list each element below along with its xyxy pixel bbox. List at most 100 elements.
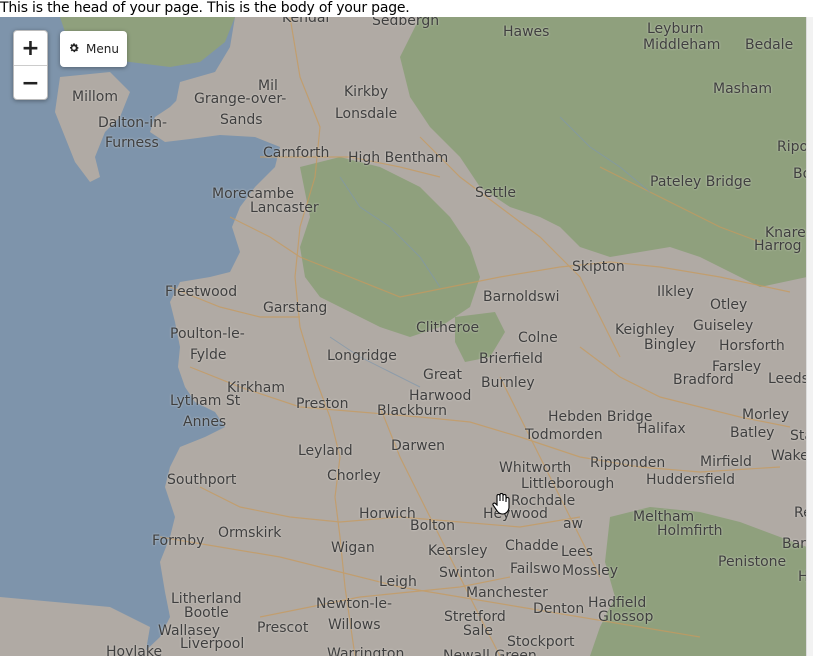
- place-label: Leeds: [768, 371, 807, 387]
- place-label: Formby: [152, 533, 205, 549]
- place-label: Otley: [710, 297, 748, 313]
- place-label: Manchester: [466, 585, 548, 601]
- place-label: Ripo: [777, 139, 807, 155]
- place-label: Willows: [328, 617, 381, 633]
- place-label: Bradford: [673, 372, 734, 388]
- place-label: Glossop: [598, 609, 654, 625]
- zoom-out-button[interactable]: −: [14, 66, 47, 100]
- place-label: Blackburn: [377, 403, 448, 419]
- place-label: Todmorden: [525, 427, 603, 443]
- hand-cursor-icon: [491, 493, 511, 520]
- place-label: Warrington: [327, 646, 405, 656]
- place-label: Middleham: [643, 37, 721, 53]
- place-label: Ripponden: [590, 455, 666, 471]
- place-label: Annes: [183, 414, 227, 430]
- place-label: Dalton-in-: [98, 115, 168, 131]
- place-label: Bingley: [644, 337, 697, 353]
- place-label: Masham: [713, 81, 773, 97]
- place-label: Fylde: [190, 347, 227, 363]
- place-label: Ilkley: [657, 284, 694, 300]
- place-label: Burnley: [481, 375, 535, 391]
- place-label: Poulton-le-: [170, 326, 245, 342]
- place-label: Liverpool: [180, 636, 245, 652]
- place-label: Kendal: [282, 17, 330, 26]
- place-label: Lancaster: [250, 200, 319, 216]
- place-label: Horsforth: [719, 338, 785, 354]
- place-label: Failswo: [510, 561, 561, 577]
- place-label: Lonsdale: [335, 106, 398, 122]
- place-label: Garstang: [263, 300, 328, 316]
- place-label: Barnoldswi: [483, 289, 560, 305]
- place-label: Kearsley: [428, 543, 488, 559]
- place-label: Leyburn: [647, 21, 704, 37]
- place-label: Bedale: [745, 37, 794, 53]
- place-label: Chorley: [327, 468, 381, 484]
- place-label: Clitheroe: [416, 320, 480, 336]
- place-label: Bo: [793, 166, 807, 182]
- menu-button[interactable]: Menu: [60, 31, 127, 67]
- place-label: Denton: [533, 601, 585, 617]
- place-label: Ormskirk: [218, 525, 282, 541]
- place-label: High Bentham: [348, 150, 449, 166]
- place-label: Preston: [296, 396, 349, 412]
- zoom-control: + −: [13, 30, 48, 100]
- place-label: Great: [423, 367, 462, 383]
- place-label: Leigh: [379, 574, 417, 590]
- place-label: Pateley Bridge: [650, 174, 752, 190]
- place-label: Southport: [167, 472, 237, 488]
- place-label: Sands: [220, 112, 263, 128]
- place-label: Chadde: [505, 538, 559, 554]
- zoom-in-button[interactable]: +: [14, 31, 47, 66]
- place-label: Wigan: [331, 540, 375, 556]
- place-label: Littleborough: [521, 476, 615, 492]
- gear-icon: [68, 42, 80, 57]
- place-label: Sale: [463, 623, 493, 639]
- place-label: Swinton: [439, 565, 496, 581]
- place-label: Morley: [742, 407, 790, 423]
- place-label: Mossley: [562, 563, 619, 579]
- place-label: Carnforth: [263, 145, 330, 161]
- page-text: This is the head of your page. This is t…: [0, 0, 410, 16]
- place-label: Lytham St: [170, 393, 241, 409]
- place-label: Newton-le-: [316, 596, 393, 612]
- place-label: Hawes: [503, 24, 550, 40]
- place-label: Kirkby: [344, 84, 389, 100]
- place-label: Mirfield: [700, 454, 752, 470]
- place-label: Furness: [105, 135, 159, 151]
- place-label: Horwich: [359, 506, 416, 522]
- place-label: Harrog: [754, 238, 802, 254]
- place-label: Settle: [475, 185, 516, 201]
- place-label: Penistone: [718, 554, 787, 570]
- place-label: Colne: [518, 330, 558, 346]
- place-label: Fleetwood: [165, 284, 238, 300]
- place-label: Wake: [771, 448, 807, 464]
- place-label: Hoylake: [106, 644, 163, 656]
- place-label: Leyland: [298, 443, 353, 459]
- place-label: Halifax: [637, 421, 686, 437]
- place-label: Newall Green: [443, 648, 537, 656]
- place-label: Prescot: [257, 620, 309, 636]
- place-label: Bolton: [410, 518, 455, 534]
- place-label: Darwen: [391, 438, 446, 454]
- place-label: Whitworth: [499, 460, 572, 476]
- place-label: Holmfirth: [657, 523, 723, 539]
- place-label: Grange-over-: [194, 91, 287, 107]
- place-label: Harwood: [409, 388, 472, 404]
- place-label: Brierfield: [479, 351, 543, 367]
- place-label: Skipton: [572, 259, 625, 275]
- map-view[interactable]: Sedbergh Kendal Hawes Leyburn Middleham …: [0, 17, 807, 656]
- place-label: Keighley: [615, 322, 675, 338]
- place-label: Sedbergh: [372, 17, 440, 29]
- place-label: Bootle: [184, 605, 229, 621]
- place-label: Sta: [790, 428, 807, 444]
- menu-label: Menu: [86, 42, 119, 56]
- place-label: Huddersfield: [646, 472, 736, 488]
- place-label: Bar: [782, 536, 806, 552]
- place-label: Guiseley: [693, 318, 754, 334]
- place-label: Longridge: [327, 348, 397, 364]
- place-label: Lees: [561, 544, 594, 560]
- scrollbar[interactable]: [806, 17, 813, 656]
- place-label: aw: [563, 516, 584, 532]
- place-label: Millom: [72, 89, 118, 105]
- place-label: Batley: [730, 425, 775, 441]
